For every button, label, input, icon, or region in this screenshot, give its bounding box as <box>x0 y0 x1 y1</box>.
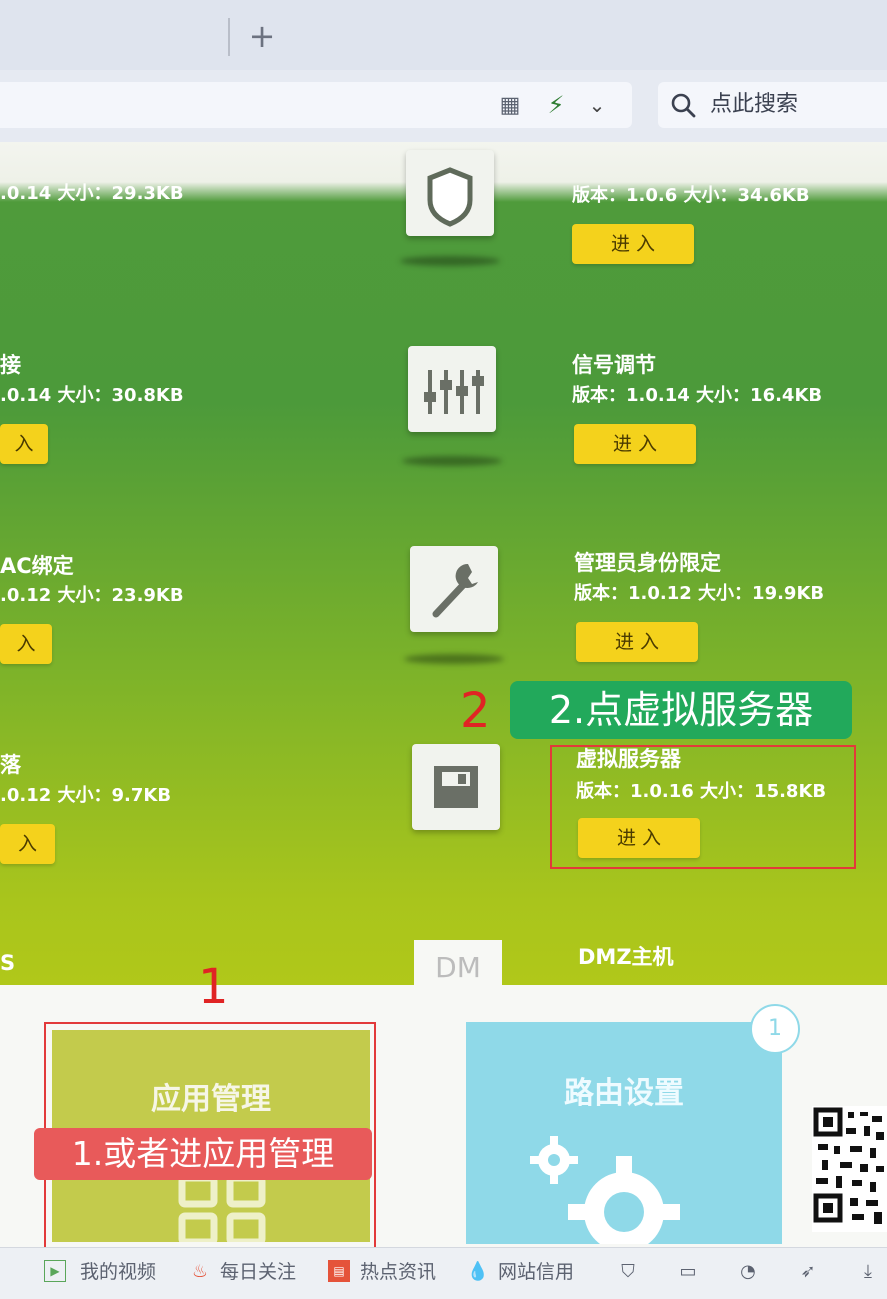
tile-shadow <box>400 256 500 266</box>
image-icon[interactable]: ▭ <box>676 1260 700 1284</box>
new-tab-button[interactable]: + <box>246 18 278 54</box>
admin-limit-tile[interactable] <box>410 546 498 632</box>
tab-separator <box>228 18 230 56</box>
address-bar[interactable] <box>0 82 632 128</box>
statusbar-site-credit[interactable]: 网站信用 <box>498 1247 574 1298</box>
enter-button-admin-limit[interactable]: 进 入 <box>576 622 698 662</box>
clock-icon[interactable]: ◔ <box>736 1260 760 1284</box>
app-name-signal-adjust: 信号调节 <box>572 353 656 377</box>
left-enter-button-3[interactable]: 入 <box>0 624 52 664</box>
qr-code-image <box>812 1106 887 1232</box>
app-name-admin-limit: 管理员身份限定 <box>574 551 721 575</box>
statusbar-daily-follow[interactable]: 每日关注 <box>220 1247 296 1298</box>
rocket-icon[interactable]: ➶ <box>796 1260 820 1284</box>
news-icon: ▤ <box>328 1260 350 1282</box>
dm-tab[interactable]: DM <box>414 940 502 988</box>
tile-shadow <box>404 654 504 664</box>
flame-icon: ♨ <box>191 1261 209 1282</box>
left-app-info-2: .0.14 大小：30.8KB <box>0 385 184 406</box>
left-app-name-5: S <box>0 951 16 975</box>
annotation-step-2-number: 2 <box>460 683 491 739</box>
app-name-dmz-host: DMZ主机 <box>578 945 674 969</box>
left-app-info-4: .0.12 大小：9.7KB <box>0 785 172 806</box>
annotation-step-2-label: 2.点虚拟服务器 <box>510 681 852 739</box>
search-icon[interactable] <box>670 92 696 118</box>
statusbar-my-videos[interactable]: 我的视频 <box>80 1247 156 1298</box>
left-app-name-3: AC绑定 <box>0 554 74 578</box>
left-enter-button-4[interactable]: 入 <box>0 824 55 864</box>
gear-icon <box>530 1136 680 1244</box>
annotation-step-1-label: 1.或者进应用管理 <box>34 1128 372 1180</box>
sliders-icon <box>424 370 484 414</box>
video-icon: ▶ <box>44 1260 66 1282</box>
enter-button-signal-adjust[interactable]: 进 入 <box>574 424 696 464</box>
left-app-name-2: 接 <box>0 353 21 377</box>
shield-app-tile[interactable] <box>406 150 494 236</box>
bolt-icon[interactable]: ⚡ <box>544 92 568 118</box>
shield-icon <box>427 167 473 227</box>
left-app-info-1: .0.14 大小：29.3KB <box>0 183 184 204</box>
search-placeholder: 点此搜索 <box>710 92 799 117</box>
annotation-box-virtual-server <box>550 745 856 869</box>
virtual-server-tile[interactable] <box>412 744 500 830</box>
qr-code-icon[interactable]: ▦ <box>498 94 522 118</box>
droplet-icon: 💧 <box>466 1261 490 1282</box>
download-icon[interactable]: ⤓ <box>856 1260 880 1284</box>
annotation-step-1-number: 1 <box>198 959 229 1015</box>
enter-button-1[interactable]: 进 入 <box>572 224 694 264</box>
chevron-down-icon[interactable]: ⌄ <box>584 92 610 118</box>
left-enter-button-2[interactable]: 入 <box>0 424 48 464</box>
statusbar-hot-news[interactable]: 热点资讯 <box>360 1247 436 1298</box>
app-info-admin-limit: 版本：1.0.12 大小：19.9KB <box>574 583 825 604</box>
app-info-1: 版本：1.0.6 大小：34.6KB <box>572 185 810 206</box>
wrench-icon <box>432 563 478 618</box>
tab-strip <box>0 0 887 71</box>
tile-shadow <box>402 456 502 466</box>
shield-check-icon[interactable]: ⛉ <box>616 1260 640 1284</box>
route-settings-title: 路由设置 <box>564 1076 684 1111</box>
left-app-name-4: 落 <box>0 753 21 777</box>
signal-adjust-tile[interactable] <box>408 346 496 432</box>
left-app-info-3: .0.12 大小：23.9KB <box>0 585 184 606</box>
app-info-signal-adjust: 版本：1.0.14 大小：16.4KB <box>572 385 823 406</box>
server-icon <box>434 766 478 808</box>
notification-badge: 1 <box>750 1004 800 1054</box>
